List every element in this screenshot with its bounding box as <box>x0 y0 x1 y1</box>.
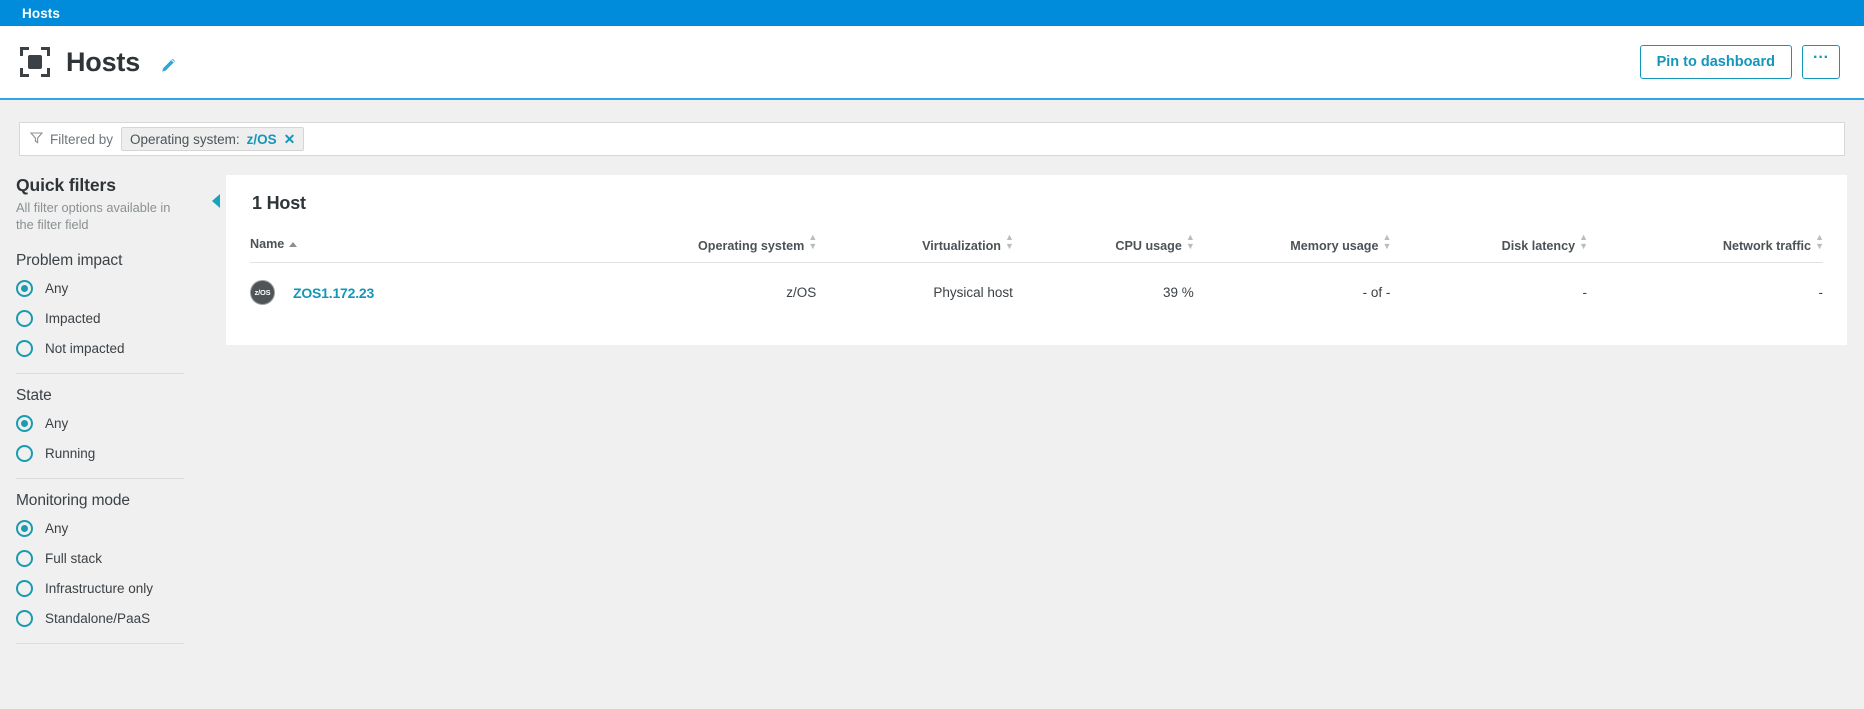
column-header-label: CPU usage <box>1115 239 1182 253</box>
column-header-label: Network traffic <box>1723 239 1811 253</box>
cell-cpu-usage: 39 % <box>1013 263 1194 322</box>
filter-bar[interactable]: Filtered by Operating system: z/OS ✕ <box>19 122 1845 156</box>
column-header-name[interactable]: Name <box>250 234 635 263</box>
page-title: Hosts <box>66 47 140 78</box>
radio-indicator[interactable] <box>16 610 33 627</box>
column-header-memory-usage[interactable]: Memory usage ▲▼ <box>1194 234 1391 263</box>
filter-group-title: State <box>16 387 180 405</box>
column-header-network-traffic[interactable]: Network traffic ▲▼ <box>1587 234 1823 263</box>
radio-label: Any <box>45 416 68 431</box>
radio-option-any[interactable]: Any <box>16 415 180 432</box>
radio-option-any[interactable]: Any <box>16 520 180 537</box>
cell-disk-latency: - <box>1390 263 1587 322</box>
header-spacer <box>0 100 1864 122</box>
radio-option-full-stack[interactable]: Full stack <box>16 550 180 567</box>
hosts-table: Name Operating system ▲▼ Virtualization ▲▼… <box>250 234 1823 321</box>
cell-virtualization: Physical host <box>816 263 1013 322</box>
hosts-table-card: 1 Host Name <box>226 175 1847 345</box>
sort-toggle-icon[interactable]: ▲▼ <box>808 233 816 251</box>
radio-option-running[interactable]: Running <box>16 445 180 462</box>
hosts-icon <box>20 47 50 77</box>
cell-operating-system: z/OS <box>635 263 816 322</box>
radio-indicator[interactable] <box>16 340 33 357</box>
filter-group-title: Problem impact <box>16 252 180 270</box>
collapse-sidebar-icon[interactable] <box>212 194 220 208</box>
radio-label: Impacted <box>45 311 101 326</box>
funnel-icon <box>30 131 43 147</box>
more-options-button[interactable]: ··· <box>1802 45 1840 79</box>
column-header-label: Operating system <box>698 239 804 253</box>
radio-indicator[interactable] <box>16 445 33 462</box>
filter-chip-key: Operating system: <box>130 132 240 147</box>
column-header-label: Name <box>250 237 284 251</box>
radio-indicator[interactable] <box>16 280 33 297</box>
sort-ascending-icon[interactable] <box>289 242 297 247</box>
quick-filters-title: Quick filters <box>16 175 180 196</box>
column-header-label: Memory usage <box>1290 239 1378 253</box>
page-header-left: Hosts <box>20 47 177 78</box>
host-count-title: 1 Host <box>252 193 1823 214</box>
sort-toggle-icon[interactable]: ▲▼ <box>1186 233 1194 251</box>
filter-chip-value: z/OS <box>247 132 277 147</box>
page-header: Hosts Pin to dashboard ··· <box>0 26 1864 100</box>
filter-chip-remove-icon[interactable]: ✕ <box>284 132 296 146</box>
sidebar-divider <box>16 373 184 374</box>
sort-toggle-icon[interactable]: ▲▼ <box>1579 233 1587 251</box>
radio-indicator[interactable] <box>16 415 33 432</box>
radio-label: Not impacted <box>45 341 125 356</box>
table-row[interactable]: z/OS ZOS1.172.23 z/OS Physical host 39 %… <box>250 263 1823 322</box>
sidebar-divider <box>16 643 184 644</box>
filtered-by-label: Filtered by <box>50 132 113 147</box>
radio-option-infrastructure-only[interactable]: Infrastructure only <box>16 580 180 597</box>
radio-label: Any <box>45 281 68 296</box>
topbar-title: Hosts <box>22 6 60 21</box>
filter-group-problem-impact: Problem impact Any Impacted Not impacted <box>16 252 180 357</box>
filtered-by-group: Filtered by <box>30 131 113 147</box>
main-content: 1 Host Name <box>226 175 1864 707</box>
column-header-operating-system[interactable]: Operating system ▲▼ <box>635 234 816 263</box>
pin-to-dashboard-button[interactable]: Pin to dashboard <box>1640 45 1792 79</box>
sort-toggle-icon[interactable]: ▲▼ <box>1815 233 1823 251</box>
radio-indicator[interactable] <box>16 580 33 597</box>
column-header-disk-latency[interactable]: Disk latency▲▼ <box>1390 234 1587 263</box>
column-header-label: Virtualization <box>922 239 1001 253</box>
sort-toggle-icon[interactable]: ▲▼ <box>1005 233 1013 251</box>
radio-indicator[interactable] <box>16 310 33 327</box>
quick-filters-subtitle: All filter options available in the filt… <box>16 199 180 234</box>
zos-badge-icon: z/OS <box>250 280 275 305</box>
filter-group-title: Monitoring mode <box>16 492 180 510</box>
cell-memory-usage: - of - <box>1194 263 1391 322</box>
column-header-label: Disk latency <box>1502 239 1576 253</box>
column-header-virtualization[interactable]: Virtualization ▲▼ <box>816 234 1013 263</box>
cell-network-traffic: - <box>1587 263 1823 322</box>
page-header-actions: Pin to dashboard ··· <box>1640 45 1840 79</box>
radio-option-not-impacted[interactable]: Not impacted <box>16 340 180 357</box>
hosts-table-header-row: Name Operating system ▲▼ Virtualization ▲▼… <box>250 234 1823 263</box>
quick-filters-sidebar: Quick filters All filter options availab… <box>0 175 212 707</box>
radio-option-impacted[interactable]: Impacted <box>16 310 180 327</box>
radio-indicator[interactable] <box>16 550 33 567</box>
filter-group-monitoring-mode: Monitoring mode Any Full stack Infrastru… <box>16 492 180 627</box>
radio-option-any[interactable]: Any <box>16 280 180 297</box>
radio-label: Any <box>45 521 68 536</box>
radio-label: Running <box>45 446 95 461</box>
filter-group-state: State Any Running <box>16 387 180 462</box>
radio-option-standalone-paas[interactable]: Standalone/PaaS <box>16 610 180 627</box>
filter-bar-container: Filtered by Operating system: z/OS ✕ <box>0 122 1864 156</box>
sidebar-divider <box>16 478 184 479</box>
radio-label: Full stack <box>45 551 102 566</box>
radio-label: Infrastructure only <box>45 581 153 596</box>
radio-label: Standalone/PaaS <box>45 611 150 626</box>
filter-chip-operating-system[interactable]: Operating system: z/OS ✕ <box>121 127 304 151</box>
app-topbar: Hosts <box>0 0 1864 26</box>
page-body: Quick filters All filter options availab… <box>0 156 1864 707</box>
sort-toggle-icon[interactable]: ▲▼ <box>1382 233 1390 251</box>
column-header-cpu-usage[interactable]: CPU usage ▲▼ <box>1013 234 1194 263</box>
host-link[interactable]: ZOS1.172.23 <box>293 285 374 301</box>
pencil-icon[interactable] <box>160 57 177 74</box>
cell-name: z/OS ZOS1.172.23 <box>250 263 635 322</box>
radio-indicator[interactable] <box>16 520 33 537</box>
